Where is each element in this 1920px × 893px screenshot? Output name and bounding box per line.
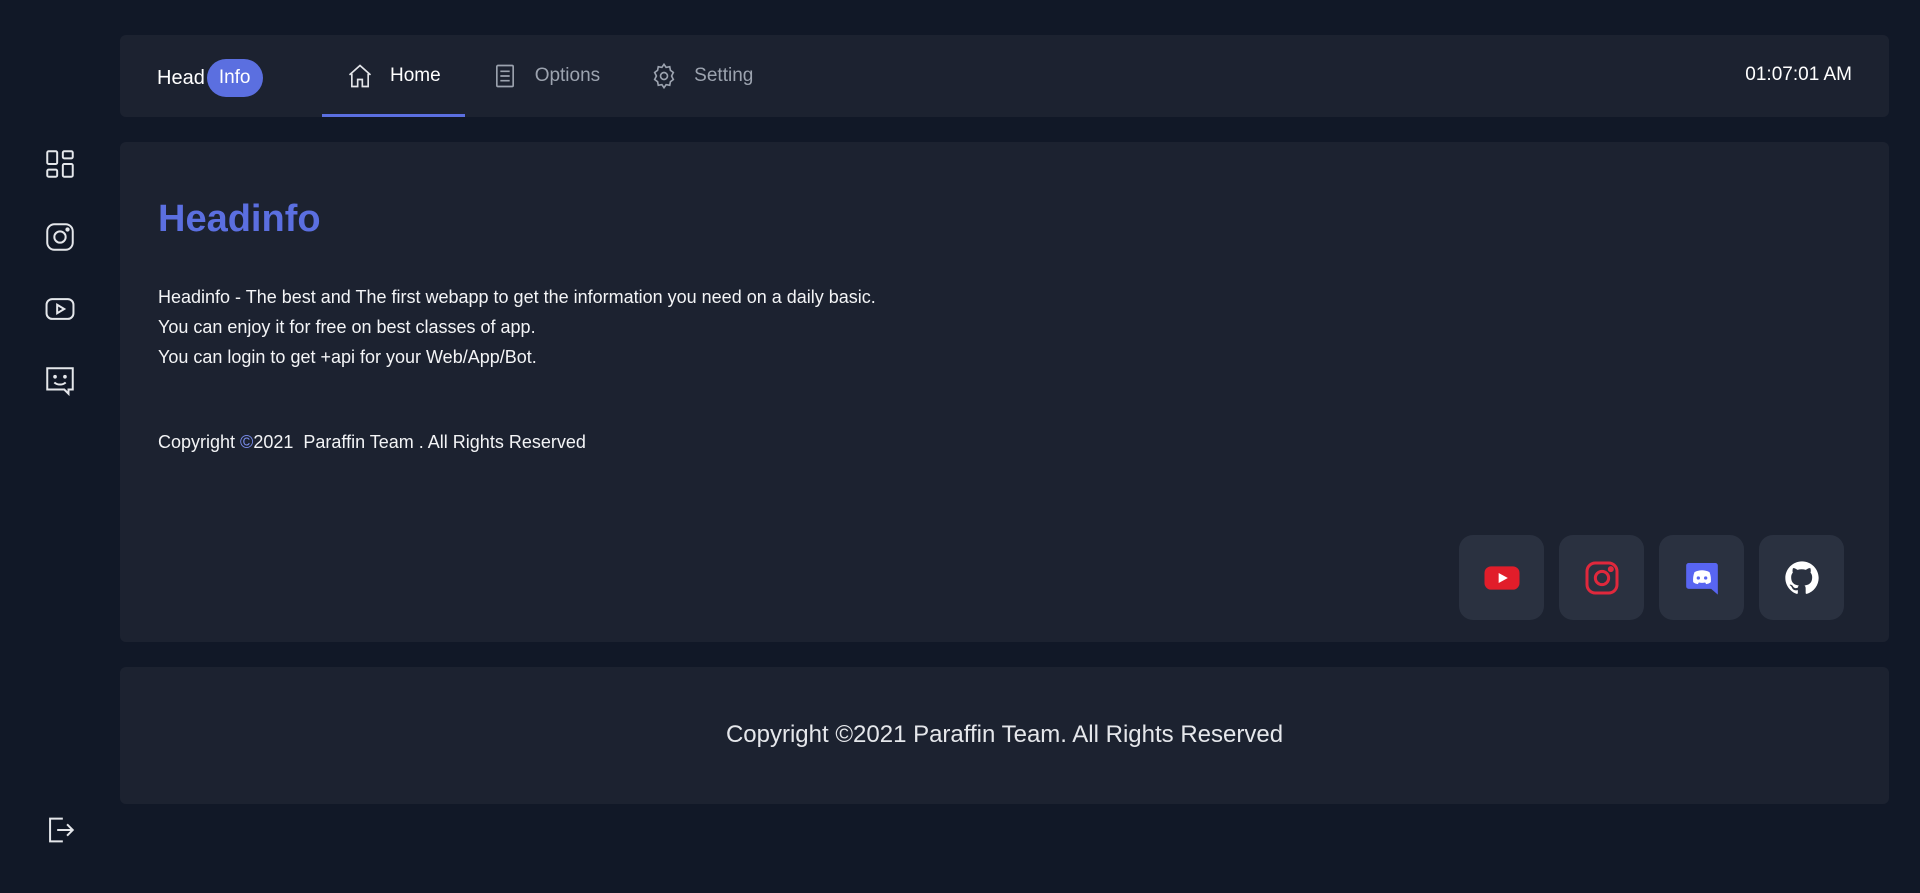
github-button[interactable] [1759, 535, 1844, 620]
page-title: Headinfo [158, 198, 321, 240]
copyright-prefix: Copyright [158, 432, 241, 452]
instagram-icon [1585, 561, 1618, 594]
description-line: Headinfo - The best and The first webapp… [158, 287, 876, 307]
discord-button[interactable] [1659, 535, 1744, 620]
nav-label-setting: Setting [694, 65, 754, 86]
copyright-year: 2021 [253, 432, 294, 452]
youtube-button[interactable] [1459, 535, 1544, 620]
description-line: You can login to get +api for your Web/A… [158, 347, 537, 367]
gear-icon [653, 62, 675, 90]
description: Headinfo - The best and The first webapp… [158, 282, 876, 372]
dashboard-icon[interactable] [42, 146, 78, 182]
footer: Copyright ©2021 Paraffin Team. All Right… [120, 667, 1889, 804]
nav-item-setting[interactable]: Setting [626, 35, 777, 117]
main-content: Headinfo Headinfo - The best and The fir… [120, 142, 1889, 642]
nav-item-options[interactable]: Options [467, 35, 624, 117]
discord-icon [1685, 562, 1718, 595]
nav-label-options: Options [534, 65, 601, 86]
nav-label-home: Home [390, 65, 441, 86]
youtube-icon [1484, 565, 1519, 590]
content-copyright: Copyright ©2021 Paraffin Team . All Righ… [158, 432, 586, 453]
sidebar [0, 0, 120, 893]
footer-copyright: Copyright ©2021 Paraffin Team. All Right… [725, 721, 1284, 748]
top-navbar: Head Info Home Options Setting 01:07:01 … [120, 35, 1889, 117]
copyright-symbol: © [240, 432, 254, 452]
nav-item-home[interactable]: Home [322, 35, 465, 117]
main-nav: Home Options Setting [322, 35, 779, 117]
brand-logo[interactable]: Head Info [157, 59, 263, 97]
chat-bot-icon[interactable] [42, 363, 78, 399]
copyright-team-link[interactable]: Paraffin Team [303, 432, 413, 452]
github-icon [1784, 560, 1819, 594]
logout-icon[interactable] [42, 812, 78, 848]
brand-pill: Info [206, 59, 263, 97]
brand-text: Head [157, 66, 205, 89]
instagram-button[interactable] [1559, 535, 1644, 620]
youtube-icon[interactable] [42, 291, 78, 327]
clock: 01:07:01 AM [1745, 64, 1852, 85]
copyright-suffix: . All Rights Reserved [413, 432, 586, 452]
social-links [1459, 535, 1844, 620]
description-line: You can enjoy it for free on best classe… [158, 317, 536, 337]
instagram-icon[interactable] [42, 219, 78, 255]
home-icon [348, 64, 372, 88]
document-icon [495, 64, 514, 88]
